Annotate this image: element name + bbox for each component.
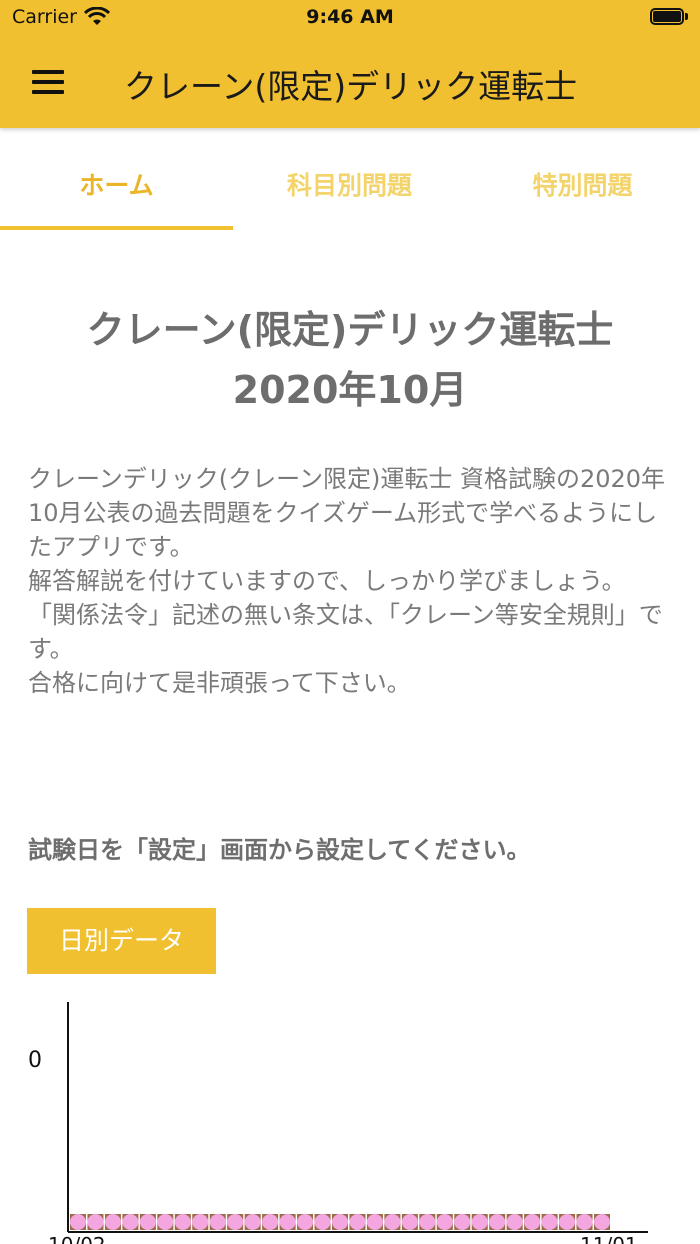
chart-point-series-2 [332,1214,348,1230]
description-paragraph: 「関係法令」記述の無い条文は、「クレーン等安全規則」です。 [28,601,663,663]
chart-point-series-2 [87,1214,104,1230]
chart-point-series-2 [349,1214,366,1230]
chart-point-series-2 [122,1214,139,1230]
chart-point-series-2 [279,1214,296,1230]
tab-indicator [0,226,233,230]
daily-chart: 0 10/02 11/01 [28,1002,648,1244]
chart-point-series-2 [471,1214,488,1230]
chart-x-tick-label: 10/02 [48,1233,106,1244]
chart-point-series-2 [541,1214,558,1230]
chart-point-series-2 [454,1214,471,1230]
chart-point-series-2 [70,1214,86,1230]
tab-subject-questions[interactable]: 科目別問題 [233,140,466,230]
chart-point-series-2 [314,1214,331,1230]
description-paragraph: 解答解説を付けていますので、しっかり学びましょう。 [28,567,626,595]
chart-point-series-2 [559,1214,576,1230]
chart-point-series-2 [104,1214,121,1230]
chart-point-series-2 [384,1214,401,1230]
page-title-line2: 2020年10月 [232,368,468,412]
tab-special-questions[interactable]: 特別問題 [466,140,699,230]
tab-bar: ホーム 科目別問題 特別問題 [0,140,700,230]
tab-home[interactable]: ホーム [0,140,233,230]
app-bar-title: クレーン(限定)デリック運転士 [124,67,578,106]
status-time: 9:46 AM [306,6,394,28]
chart-point-series-2 [157,1214,174,1230]
chart-point-series-2 [297,1214,314,1230]
app-bar: Carrier 9:46 AM クレーン(限定)デリック運転士 [0,0,700,128]
chart-point-series-2 [139,1214,156,1230]
chart-point-series-2 [594,1214,610,1230]
chart-x-tick-label: 11/01 [580,1233,638,1244]
chart-point-series-2 [227,1214,244,1230]
hamburger-menu-icon[interactable] [32,70,64,94]
chart-point-series-2 [506,1214,523,1230]
chart-point-series-2 [489,1214,506,1230]
description-paragraph: 合格に向けて是非頑張って下さい。 [28,669,411,697]
status-bar: Carrier 9:46 AM [0,0,700,36]
chart-point-series-2 [576,1214,593,1230]
chart-point-series-2 [244,1214,261,1230]
battery-icon [650,8,688,25]
chart-point-series-2 [366,1214,383,1230]
daily-data-button[interactable]: 日別データ [27,908,216,974]
chart-point-series-2 [209,1214,226,1230]
page-title: クレーン(限定)デリック運転士 2020年10月 [0,300,700,420]
description-paragraph: クレーンデリック(クレーン限定)運転士 資格試験の2020年10月公表の過去問題… [28,465,666,561]
chart-point-series-2 [401,1214,418,1230]
chart-point-series-2 [436,1214,453,1230]
chart-markers [70,1214,610,1230]
page-title-line1: クレーン(限定)デリック運転士 [86,308,614,352]
chart-point-series-2 [174,1214,191,1230]
chart-point-series-2 [524,1214,541,1230]
description: クレーンデリック(クレーン限定)運転士 資格試験の2020年10月公表の過去問題… [28,462,678,700]
chart-y-tick-label: 0 [28,1048,42,1073]
chart-point-series-2 [192,1214,209,1230]
chart-point-series-2 [419,1214,436,1230]
chart-point-series-2 [262,1214,279,1230]
exam-date-notice: 試験日を「設定」画面から設定してください。 [28,836,531,864]
